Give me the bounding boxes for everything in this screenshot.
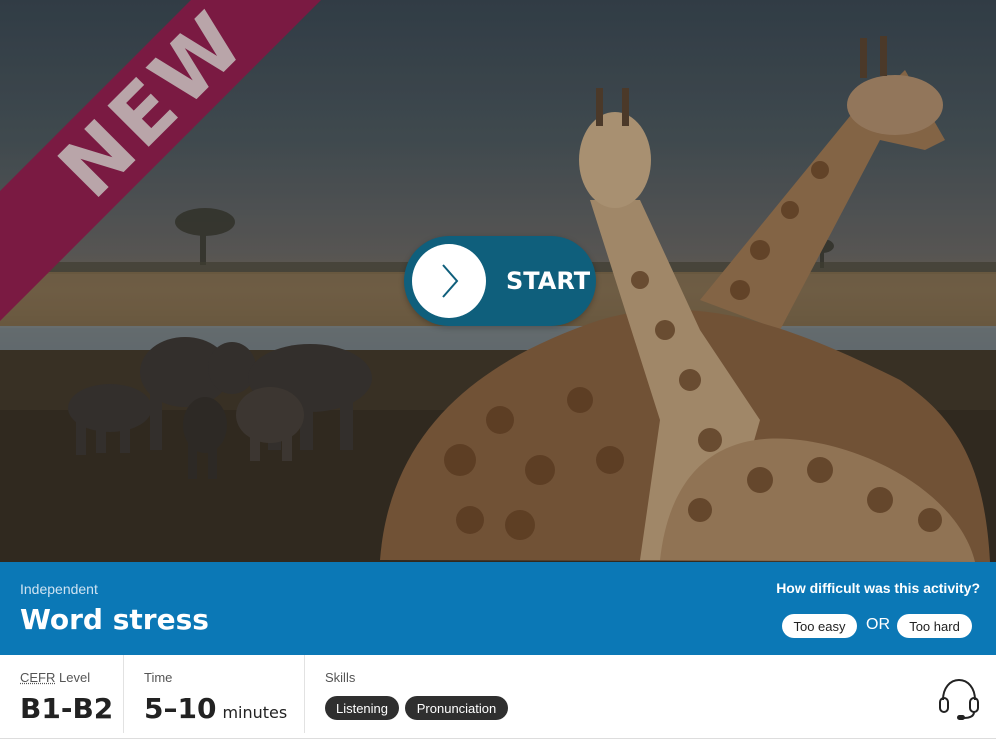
- activity-category: Independent: [20, 581, 98, 597]
- start-button-label: START: [506, 267, 591, 295]
- too-easy-button[interactable]: Too easy: [782, 614, 857, 638]
- support-button[interactable]: [935, 674, 983, 722]
- cefr-abbreviation[interactable]: CEFR: [20, 670, 55, 685]
- time-label: Time: [144, 670, 173, 685]
- level-value: B1-B2: [20, 692, 114, 725]
- start-button[interactable]: START: [404, 236, 596, 326]
- level-column: CEFR Level B1-B2: [0, 655, 124, 733]
- time-value: 5–10: [144, 692, 217, 725]
- difficulty-question: How difficult was this activity?: [776, 580, 980, 596]
- level-label: CEFR Level: [20, 670, 90, 685]
- start-circle: [412, 244, 486, 318]
- time-value-row: 5–10 minutes: [144, 692, 287, 725]
- headset-icon: [939, 678, 979, 720]
- activity-info-bar: Independent Word stress How difficult wa…: [0, 562, 996, 655]
- activity-meta-row: CEFR Level B1-B2 Time 5–10 minutes Skills…: [0, 655, 996, 739]
- too-hard-button[interactable]: Too hard: [897, 614, 972, 638]
- activity-title: Word stress: [20, 603, 209, 636]
- skills-label: Skills: [325, 670, 356, 685]
- skill-tag-pronunciation: Pronunciation: [405, 696, 508, 720]
- activity-hero-image: NEW START: [0, 0, 996, 562]
- time-units: minutes: [222, 703, 288, 722]
- level-label-text: Level: [55, 670, 91, 685]
- chevron-right-icon: [442, 264, 459, 298]
- skill-tag-listening: Listening: [325, 696, 399, 720]
- time-column: Time 5–10 minutes: [124, 655, 305, 733]
- or-separator: OR: [866, 616, 890, 633]
